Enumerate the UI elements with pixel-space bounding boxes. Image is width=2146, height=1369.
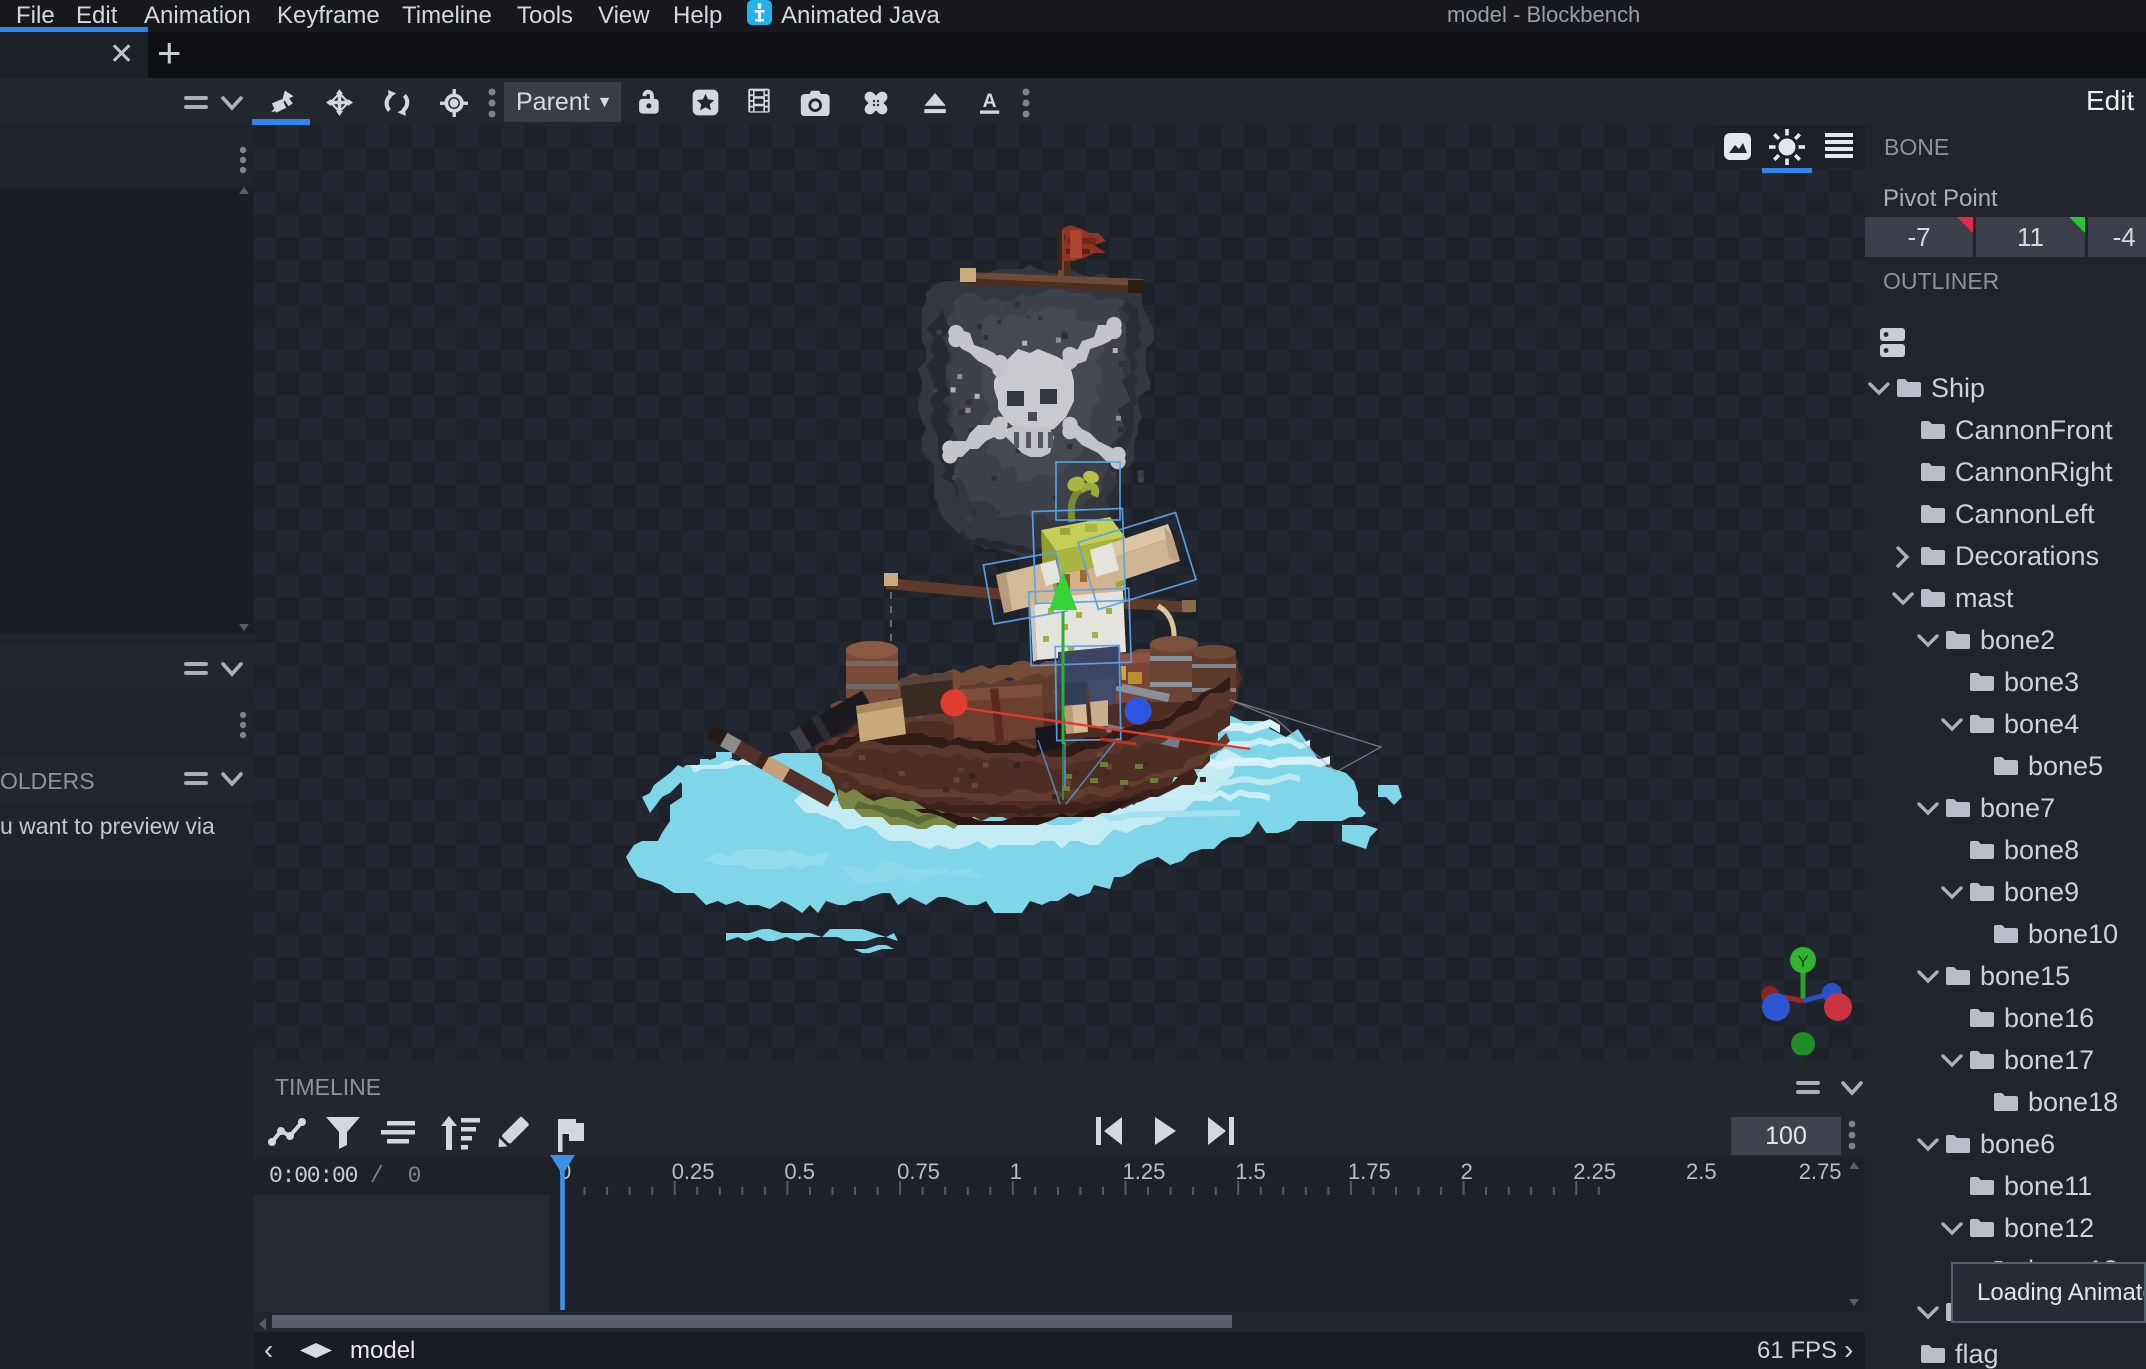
svg-text:A: A — [983, 91, 997, 112]
